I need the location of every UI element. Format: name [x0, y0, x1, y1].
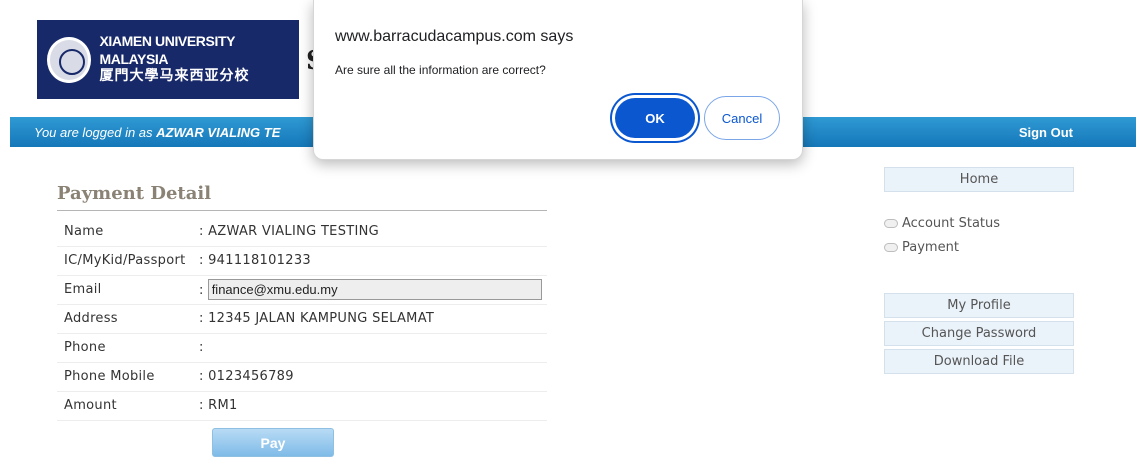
- my-profile-button[interactable]: My Profile: [884, 293, 1074, 318]
- confirm-dialog: www.barracudacampus.com says Are sure al…: [313, 0, 803, 160]
- email-colon: :: [199, 283, 204, 298]
- email-field[interactable]: [207, 279, 542, 300]
- logo-chinese-text: 厦門大學马来西亚分校: [99, 68, 250, 85]
- pay-button[interactable]: Pay: [212, 428, 334, 457]
- table-row: Amount : RM1: [57, 391, 547, 421]
- address-value: : 12345 JALAN KAMPUNG SELAMAT: [199, 304, 547, 334]
- table-row: IC/MyKid/Passport : 941118101233: [57, 246, 547, 276]
- phone-mobile-label: Phone Mobile: [57, 362, 199, 392]
- university-seal-icon: [47, 36, 92, 83]
- phone-label: Phone: [57, 333, 199, 363]
- table-row: Name : AZWAR VIALING TESTING: [57, 217, 547, 247]
- amount-label: Amount: [57, 391, 199, 421]
- login-status: You are logged in as AZWAR VIALING TE: [34, 125, 280, 140]
- email-cell: :: [199, 275, 547, 305]
- download-file-button[interactable]: Download File: [884, 349, 1074, 374]
- name-label: Name: [57, 217, 199, 247]
- table-row: Email :: [57, 275, 547, 305]
- sidebar-item-payment[interactable]: Payment: [884, 240, 959, 255]
- sidebar-item-account-status[interactable]: Account Status: [884, 216, 1000, 231]
- address-label: Address: [57, 304, 199, 334]
- table-row: Phone :: [57, 333, 547, 363]
- sidebar-item-label: Payment: [902, 240, 959, 255]
- sidebar-home-button[interactable]: Home: [884, 167, 1074, 192]
- login-prefix: You are logged in as: [34, 125, 157, 140]
- table-row: Phone Mobile : 0123456789: [57, 362, 547, 392]
- title-divider: [57, 210, 547, 211]
- bullet-icon: [884, 243, 898, 252]
- payment-detail-table: Name : AZWAR VIALING TESTING IC/MyKid/Pa…: [57, 217, 547, 421]
- login-username: AZWAR VIALING TE: [156, 125, 281, 140]
- phone-value: :: [199, 333, 547, 363]
- sidebar-item-label: Account Status: [902, 216, 1001, 231]
- ok-button[interactable]: OK: [615, 98, 695, 138]
- ic-value: : 941118101233: [199, 246, 547, 276]
- table-row: Address : 12345 JALAN KAMPUNG SELAMAT: [57, 304, 547, 334]
- university-logo: XIAMEN UNIVERSITY MALAYSIA 厦門大學马来西亚分校: [37, 20, 299, 99]
- dialog-message: Are sure all the information are correct…: [335, 63, 546, 77]
- sign-out-link[interactable]: Sign Out: [1019, 125, 1073, 140]
- bullet-icon: [884, 219, 898, 228]
- ic-label: IC/MyKid/Passport: [57, 246, 199, 276]
- email-label: Email: [57, 275, 199, 305]
- phone-mobile-value: : 0123456789: [199, 362, 547, 392]
- change-password-button[interactable]: Change Password: [884, 321, 1074, 346]
- page-title: Payment Detail: [57, 183, 212, 204]
- amount-value: : RM1: [199, 391, 547, 421]
- dialog-title: www.barracudacampus.com says: [335, 28, 574, 45]
- name-value: : AZWAR VIALING TESTING: [199, 217, 547, 247]
- logo-english-text: XIAMEN UNIVERSITY MALAYSIA: [99, 33, 235, 67]
- cancel-button[interactable]: Cancel: [704, 96, 780, 140]
